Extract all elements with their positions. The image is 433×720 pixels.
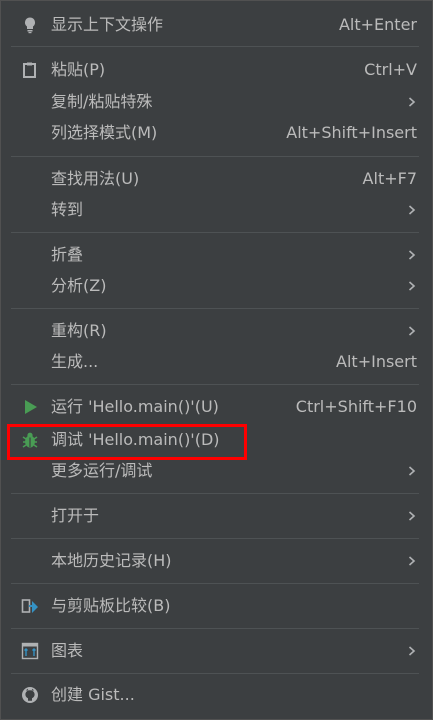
menu-item-more-run-debug[interactable]: 更多运行/调试 <box>1 456 432 487</box>
menu-item-label: 粘贴(P) <box>51 60 106 79</box>
menu-item-shortcut: Ctrl+Shift+F10 <box>295 397 417 416</box>
lightbulb-icon <box>24 17 36 34</box>
menu-item-label: 创建 Gist... <box>51 685 135 704</box>
menu-item-label: 分析(Z) <box>51 276 107 295</box>
chevron-right-icon <box>408 97 416 107</box>
separator <box>11 538 419 539</box>
menu-item-shortcut: Alt+F7 <box>362 169 417 188</box>
chevron-right-icon <box>408 556 416 566</box>
separator <box>11 232 419 233</box>
menu-item-shortcut: Alt+Shift+Insert <box>286 123 417 142</box>
menu-item-label: 列选择模式(M) <box>51 123 158 142</box>
menu-item-open-in[interactable]: 打开于 <box>1 501 432 532</box>
menu-item-paste[interactable]: 粘贴(P) Ctrl+V <box>1 55 432 86</box>
clipboard-icon <box>23 62 36 78</box>
chevron-right-icon <box>408 250 416 260</box>
menu-item-label: 更多运行/调试 <box>51 461 153 480</box>
menu-item-refactor[interactable]: 重构(R) <box>1 316 432 347</box>
separator <box>11 156 419 157</box>
menu-item-label: 生成... <box>51 352 99 371</box>
menu-item-find-usages[interactable]: 查找用法(U) Alt+F7 <box>1 164 432 195</box>
menu-item-label: 转到 <box>51 200 84 219</box>
chevron-right-icon <box>408 511 416 521</box>
menu-item-label: 图表 <box>51 641 84 660</box>
separator <box>11 46 419 47</box>
separator <box>11 384 419 385</box>
menu-item-label: 与剪贴板比较(B) <box>51 596 171 615</box>
menu-item-goto[interactable]: 转到 <box>1 195 432 226</box>
menu-item-shortcut: Alt+Enter <box>338 15 417 34</box>
menu-item-local-history[interactable]: 本地历史记录(H) <box>1 546 432 577</box>
menu-item-shortcut: Alt+Insert <box>336 352 417 371</box>
chevron-right-icon <box>408 646 416 656</box>
separator <box>11 583 419 584</box>
menu-item-label: 打开于 <box>51 506 100 525</box>
chevron-right-icon <box>408 205 416 215</box>
menu-item-shortcut: Ctrl+V <box>364 60 417 79</box>
menu-item-label: 复制/粘贴特殊 <box>51 92 153 111</box>
menu-item-label: 运行 'Hello.main()'(U) <box>51 397 219 416</box>
menu-item-folding[interactable]: 折叠 <box>1 240 432 271</box>
menu-item-label: 查找用法(U) <box>51 169 140 188</box>
diagram-icon <box>21 642 39 660</box>
highlight-box <box>7 424 247 460</box>
menu-item-label: 折叠 <box>51 245 84 264</box>
chevron-right-icon <box>408 466 416 476</box>
menu-item-analyze[interactable]: 分析(Z) <box>1 271 432 302</box>
menu-item-label: 重构(R) <box>51 321 107 340</box>
separator <box>11 493 419 494</box>
separator <box>11 673 419 674</box>
menu-item-column-selection-mode[interactable]: 列选择模式(M) Alt+Shift+Insert <box>1 118 432 149</box>
separator <box>11 308 419 309</box>
run-icon <box>25 400 37 414</box>
chevron-right-icon <box>408 326 416 336</box>
menu-item-show-context-actions[interactable]: 显示上下文操作 Alt+Enter <box>1 10 432 41</box>
github-icon <box>22 687 38 703</box>
menu-item-label: 本地历史记录(H) <box>51 551 172 570</box>
menu-item-compare-with-clipboard[interactable]: 与剪贴板比较(B) <box>1 591 432 622</box>
menu-item-create-gist[interactable]: 创建 Gist... <box>1 680 432 711</box>
menu-item-label: 显示上下文操作 <box>51 15 164 34</box>
menu-item-diagrams[interactable]: 图表 <box>1 636 432 667</box>
chevron-right-icon <box>408 281 416 291</box>
menu-item-generate[interactable]: 生成... Alt+Insert <box>1 347 432 378</box>
menu-item-copy-paste-special[interactable]: 复制/粘贴特殊 <box>1 87 432 118</box>
context-menu: 显示上下文操作 Alt+Enter 粘贴(P) Ctrl+V 复制/粘贴特殊 列… <box>0 0 433 720</box>
compare-clipboard-icon <box>21 599 38 613</box>
separator <box>11 628 419 629</box>
menu-item-run[interactable]: 运行 'Hello.main()'(U) Ctrl+Shift+F10 <box>1 392 432 423</box>
